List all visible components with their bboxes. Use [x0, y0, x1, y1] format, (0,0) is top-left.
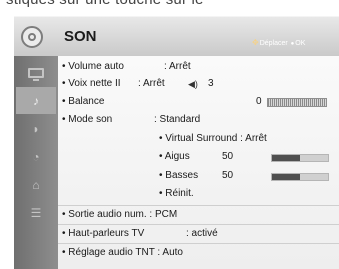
bass-slider-fill [272, 174, 300, 180]
bass-slider[interactable] [271, 173, 329, 181]
treble-slider[interactable] [271, 154, 329, 162]
move-arrows-icon: ✥ [252, 38, 259, 47]
page-title: SON [64, 28, 97, 45]
category-sidebar: ♪ ◗ ◔ ⌂ ☰ [14, 56, 58, 269]
sidebar-item-sound[interactable]: ♪ [16, 87, 56, 114]
divider [58, 224, 339, 225]
menu-item-reglage-tnt[interactable]: • Réglage audio TNT : Auto [62, 245, 332, 261]
menu-item-sortie-audio[interactable]: • Sortie audio num. : PCM [62, 207, 332, 223]
ok-button-icon: ● [290, 41, 295, 47]
menu-header [14, 16, 339, 57]
menu-item-volume-auto[interactable]: • Volume auto : Arrêt [62, 59, 332, 75]
cropped-caption: stiques sur une touche sur le [6, 0, 204, 8]
sidebar-item-option[interactable]: ☰ [16, 199, 56, 226]
menu-item-mode-son[interactable]: • Mode son : Standard [62, 112, 332, 128]
option-list-icon: ☰ [30, 205, 42, 220]
clock-icon: ◔ [32, 149, 40, 164]
tv-picture-icon [28, 67, 44, 81]
submenu-item-reinit[interactable]: • Réinit. [159, 186, 259, 202]
speaker-sound-icon: ♪ [33, 93, 39, 108]
settings-gear-icon [21, 26, 43, 48]
voice-speaker-icon: ◀) [188, 79, 198, 89]
balance-slider[interactable] [267, 98, 327, 107]
sidebar-item-picture[interactable] [16, 59, 56, 86]
sidebar-item-lock[interactable]: ⌂ [16, 171, 56, 198]
treble-slider-fill [272, 155, 300, 161]
sidebar-item-time[interactable]: ◔ [16, 143, 56, 170]
divider [58, 243, 339, 244]
submenu-item-virtual-surround[interactable]: • Virtual Surround : Arrêt [159, 131, 339, 147]
menu-item-voix-nette[interactable]: • Voix nette II : Arrêt ◀) 3 [62, 76, 332, 92]
sidebar-item-channel[interactable]: ◗ [16, 115, 56, 142]
menu-item-haut-parleurs[interactable]: • Haut-parleurs TV : activé [62, 226, 332, 242]
divider [58, 205, 339, 206]
navigation-hint: ✥Déplacer ●OK [252, 38, 306, 47]
lock-icon: ⌂ [32, 177, 40, 192]
satellite-icon: ◗ [32, 121, 40, 136]
